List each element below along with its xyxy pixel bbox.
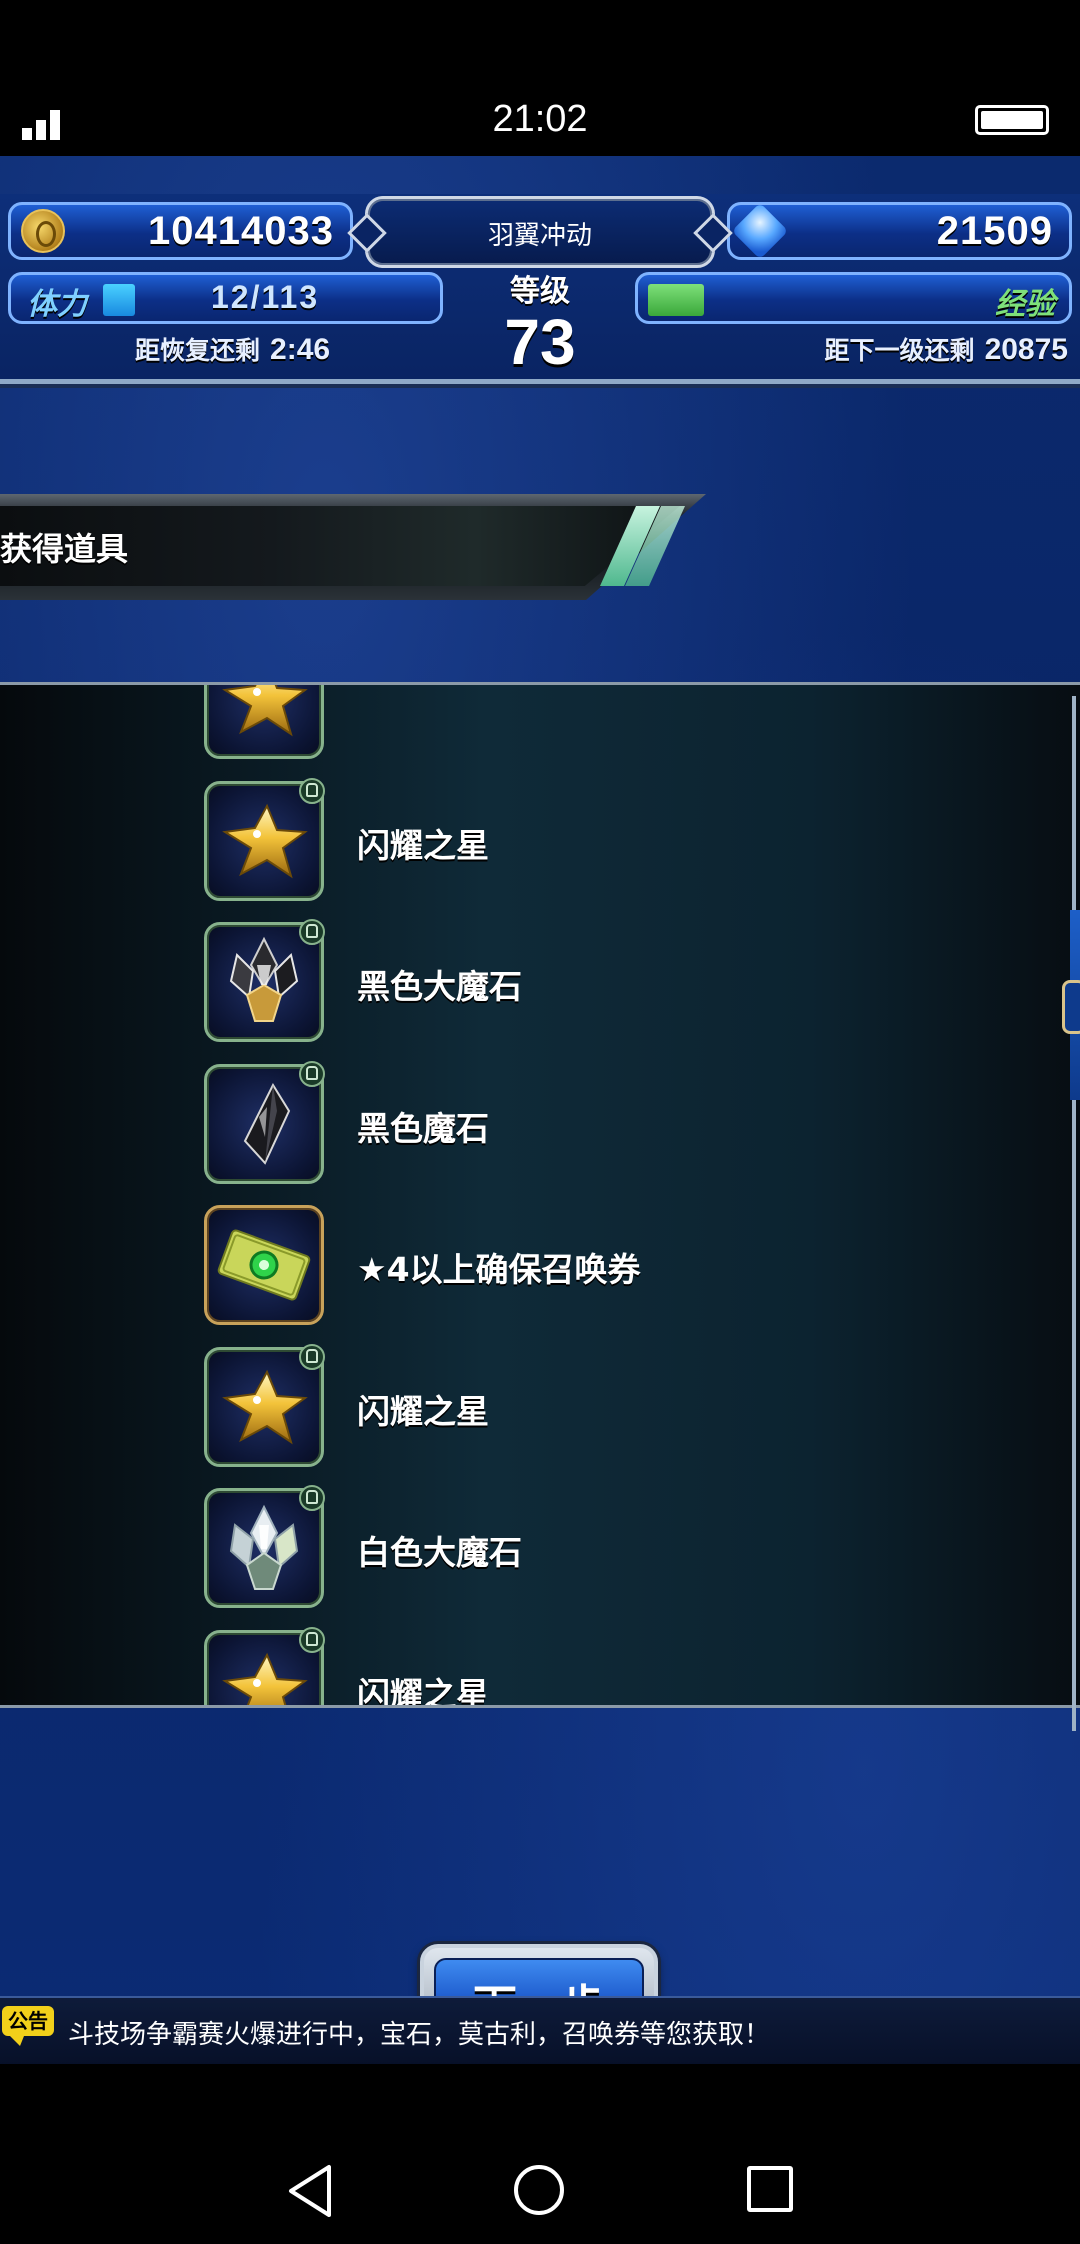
item-name: 闪耀之星: [357, 825, 489, 865]
item-name: 黑色魔石: [357, 1108, 489, 1148]
stamina-gauge[interactable]: 体力 12/113: [8, 272, 443, 324]
obtained-items-panel[interactable]: 闪耀之星 黑色大魔石 黑色魔石 ★4以上确保召唤券 闪耀之星 白色大魔石 闪耀之星: [0, 682, 1080, 1708]
battery-icon: [975, 105, 1049, 135]
item-icon-frame[interactable]: [204, 1205, 324, 1325]
next-level-label: 距下一级还剩: [824, 336, 975, 365]
lock-icon: [299, 777, 325, 804]
item-row[interactable]: 黑色大魔石: [0, 910, 1060, 1052]
item-icon-frame[interactable]: [204, 1626, 325, 1705]
scroll-handle[interactable]: [1062, 980, 1080, 1034]
exp-gauge: 经验: [635, 272, 1072, 324]
announcement-text: 斗技场争霸赛火爆进行中，宝石，莫古利，召唤券等您获取！: [68, 2020, 771, 2050]
announcement-ticker[interactable]: 公告 斗技场争霸赛火爆进行中，宝石，莫古利，召唤券等您获取！: [0, 1996, 1080, 2068]
item-icon-frame[interactable]: [204, 919, 325, 1042]
lock-icon: [299, 1343, 325, 1370]
item-row[interactable]: [0, 685, 1060, 769]
player-level: 等级 73: [460, 264, 620, 384]
lock-icon: [299, 919, 325, 945]
item-name: 闪耀之星: [357, 1391, 489, 1431]
level-label: 等级: [510, 274, 570, 309]
recover-label: 距恢复还剩: [135, 336, 261, 365]
item-row[interactable]: 白色大魔石: [0, 1476, 1060, 1618]
player-name-plate[interactable]: 羽翼冲动: [365, 196, 715, 268]
gem-icon: [731, 202, 789, 260]
item-name: 白色大魔石: [357, 1533, 522, 1572]
star-icon: [207, 685, 321, 756]
level-value: 73: [504, 306, 576, 378]
announcement-badge: 公告: [2, 2006, 54, 2046]
item-list[interactable]: 闪耀之星 黑色大魔石 黑色魔石 ★4以上确保召唤券 闪耀之星 白色大魔石 闪耀之星: [0, 685, 1060, 1708]
status-time: 21:02: [492, 98, 588, 140]
item-name: 黑色大魔石: [357, 967, 522, 1006]
game-area: 10414033 21509 体力 12/113 距恢复还剩 2:46 经验 距下…: [0, 156, 1080, 2064]
section-title: 获得道具: [0, 530, 129, 568]
recent-apps-icon[interactable]: [747, 2166, 793, 2212]
home-icon[interactable]: [514, 2165, 564, 2215]
back-icon[interactable]: [287, 2163, 335, 2219]
lock-icon: [299, 1485, 325, 1511]
recover-time: 2:46: [270, 333, 331, 366]
gil-counter[interactable]: 10414033: [8, 202, 353, 260]
stamina-recover: 距恢复还剩 2:46: [135, 331, 330, 367]
item-icon-frame[interactable]: [204, 685, 324, 759]
gil-value: 10414033: [148, 209, 334, 253]
item-icon-frame[interactable]: [204, 1485, 325, 1608]
item-name: ★4以上确保召唤券: [357, 1250, 641, 1289]
exp-label: 经验: [995, 287, 1055, 322]
scroll-track: [1072, 696, 1076, 1731]
item-row[interactable]: ★4以上确保召唤券: [0, 1193, 1060, 1335]
gem-value: 21509: [936, 209, 1053, 253]
screen: 21:02 10414033 21509 体力 12/113 距恢复还剩 2:46: [0, 0, 1080, 2244]
exp-fill: [648, 284, 704, 316]
lock-icon: [299, 1060, 325, 1087]
gil-coin-icon: [21, 209, 65, 253]
next-level-exp: 距下一级还剩 20875: [825, 331, 1068, 367]
section-banner: 获得道具: [0, 494, 706, 600]
header-hud: 10414033 21509 体力 12/113 距恢复还剩 2:46 经验 距下…: [0, 194, 1080, 534]
item-row[interactable]: 闪耀之星: [0, 769, 1060, 911]
stamina-label: 体力: [27, 287, 87, 322]
stamina-fill: [103, 284, 135, 316]
player-name: 羽翼冲动: [487, 221, 592, 251]
item-row[interactable]: 黑色魔石: [0, 1052, 1060, 1194]
lock-icon: [299, 1626, 325, 1653]
item-row[interactable]: 闪耀之星: [0, 1335, 1060, 1477]
list-scrollbar[interactable]: [1062, 696, 1080, 1731]
item-row[interactable]: 闪耀之星: [0, 1618, 1060, 1708]
item-name: 闪耀之星: [357, 1674, 489, 1708]
item-icon-frame[interactable]: [204, 1060, 325, 1184]
summon-ticket-icon: [207, 1208, 321, 1322]
system-nav-bar: [0, 2064, 1080, 2244]
stamina-value: 12/113: [211, 279, 320, 315]
item-icon-frame[interactable]: [204, 777, 325, 901]
item-icon-frame[interactable]: [204, 1343, 325, 1467]
status-bar: 21:02: [0, 0, 1080, 156]
next-level-value: 20875: [984, 333, 1068, 366]
gem-counter[interactable]: 21509: [727, 202, 1072, 260]
